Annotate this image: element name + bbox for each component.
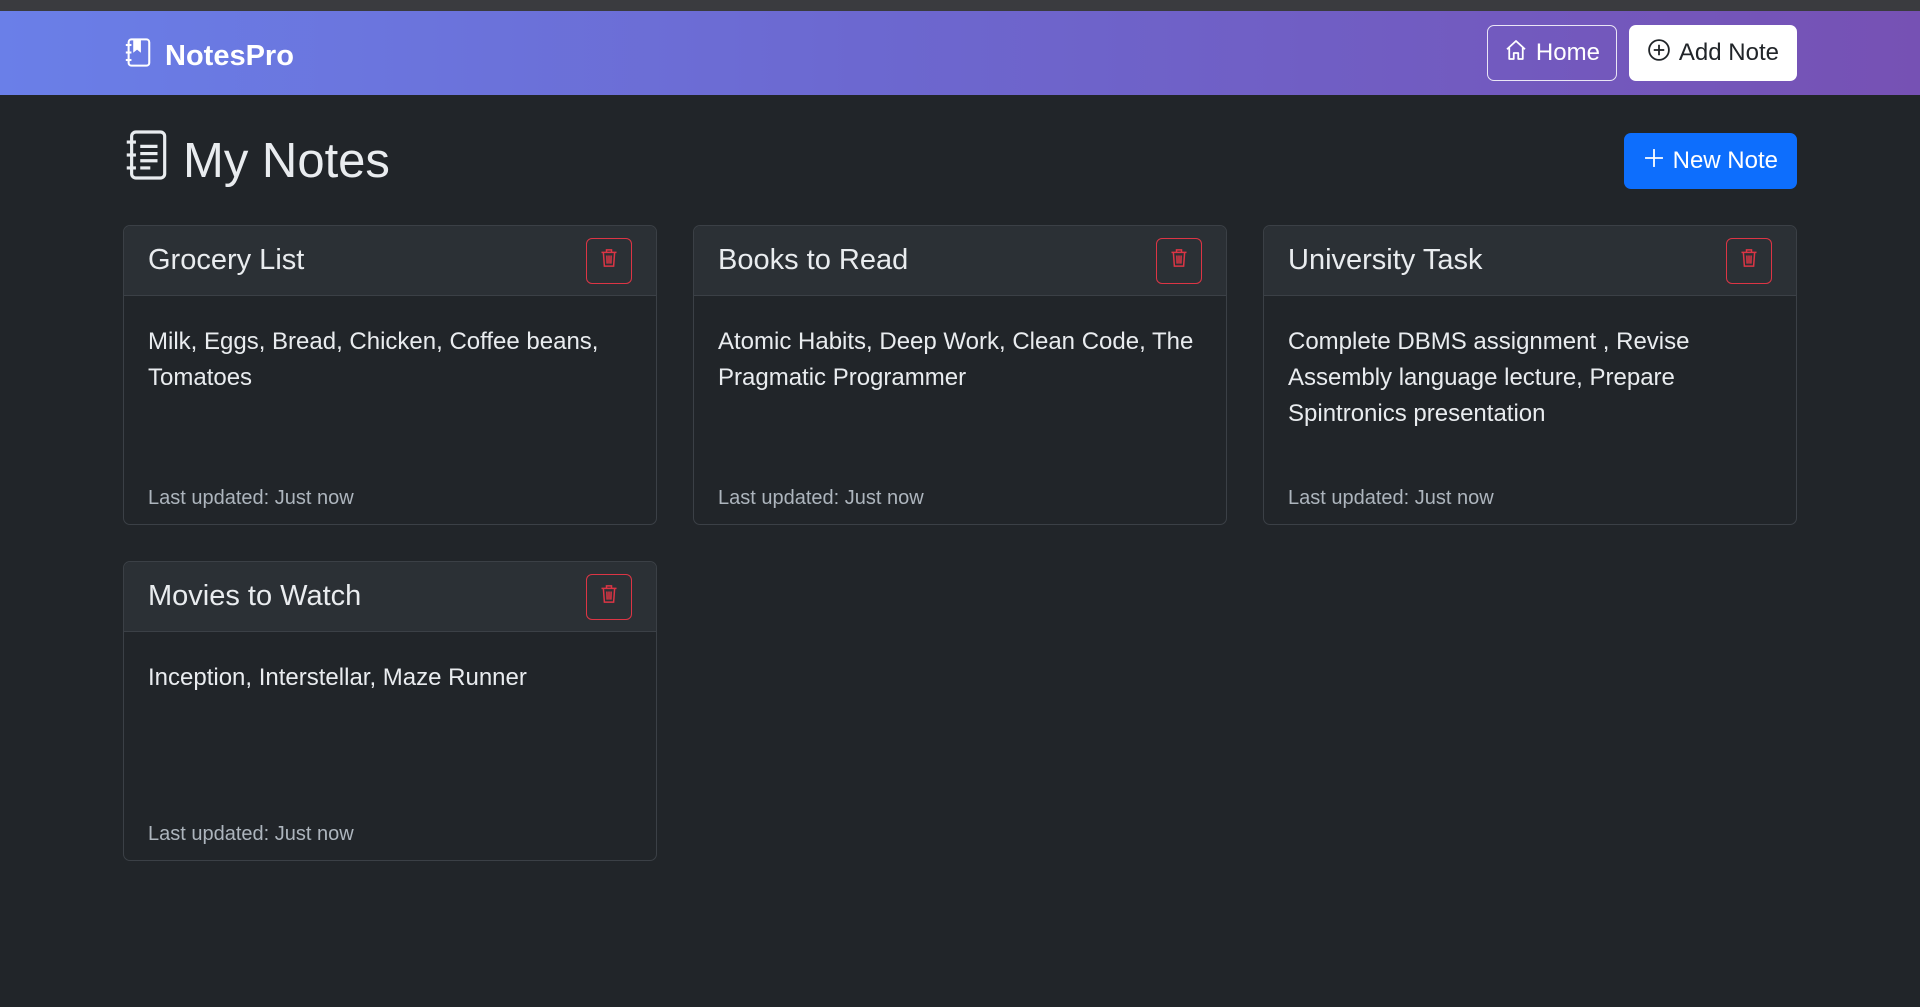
- note-updated: Last updated: Just now: [718, 487, 924, 509]
- delete-note-button[interactable]: [586, 237, 632, 284]
- new-note-button[interactable]: New Note: [1623, 133, 1797, 189]
- note-card-header: University Task: [1264, 226, 1796, 296]
- note-card[interactable]: Grocery List Milk, Eggs, Bread, Chicken,…: [123, 225, 657, 525]
- note-content: Inception, Interstellar, Maze Runner: [148, 664, 527, 691]
- trash-icon: [1170, 248, 1188, 273]
- house-icon: [1504, 38, 1528, 69]
- journal-bookmark-icon: [123, 36, 153, 77]
- page-header: My Notes New Note: [123, 130, 1797, 192]
- note-updated: Last updated: Just now: [148, 823, 354, 845]
- note-updated: Last updated: Just now: [1288, 487, 1494, 509]
- trash-icon: [600, 584, 618, 609]
- note-content: Milk, Eggs, Bread, Chicken, Coffee beans…: [148, 328, 599, 391]
- note-title: Books to Read: [718, 244, 909, 276]
- browser-top-strip: [0, 0, 1920, 11]
- note-title: University Task: [1288, 244, 1483, 276]
- trash-icon: [1740, 248, 1758, 273]
- notes-grid: Grocery List Milk, Eggs, Bread, Chicken,…: [123, 225, 1797, 861]
- note-card-header: Movies to Watch: [124, 562, 656, 632]
- note-card-header: Grocery List: [124, 226, 656, 296]
- delete-note-button[interactable]: [1156, 237, 1202, 284]
- delete-note-button[interactable]: [1726, 237, 1772, 284]
- plus-icon: [1643, 147, 1665, 176]
- new-note-label: New Note: [1672, 147, 1778, 174]
- add-note-label: Add Note: [1678, 39, 1779, 66]
- note-title: Movies to Watch: [148, 580, 362, 612]
- trash-icon: [600, 248, 618, 273]
- note-content: Complete DBMS assignment , Revise Assemb…: [1288, 328, 1690, 427]
- note-card-header: Books to Read: [694, 226, 1226, 296]
- note-updated: Last updated: Just now: [148, 487, 354, 509]
- brand-name: NotesPro: [165, 40, 294, 72]
- note-content: Atomic Habits, Deep Work, Clean Code, Th…: [718, 328, 1194, 391]
- note-card[interactable]: Movies to Watch Inception, Interstellar,…: [123, 561, 657, 861]
- home-button[interactable]: Home: [1486, 25, 1617, 81]
- navbar: NotesPro Home Add Note: [0, 11, 1920, 95]
- journal-text-icon: [123, 129, 169, 193]
- add-note-button[interactable]: Add Note: [1628, 25, 1797, 81]
- note-card[interactable]: Books to Read Atomic Habits, Deep Work, …: [693, 225, 1227, 525]
- brand[interactable]: NotesPro: [123, 36, 294, 77]
- page-title-text: My Notes: [183, 134, 390, 188]
- note-card[interactable]: University Task Complete DBMS assignment…: [1263, 225, 1797, 525]
- home-label: Home: [1535, 39, 1600, 66]
- nav-buttons: Home Add Note: [1486, 25, 1797, 81]
- plus-circle-icon: [1647, 38, 1671, 69]
- delete-note-button[interactable]: [586, 573, 632, 620]
- page-title: My Notes: [123, 129, 390, 193]
- note-title: Grocery List: [148, 244, 305, 276]
